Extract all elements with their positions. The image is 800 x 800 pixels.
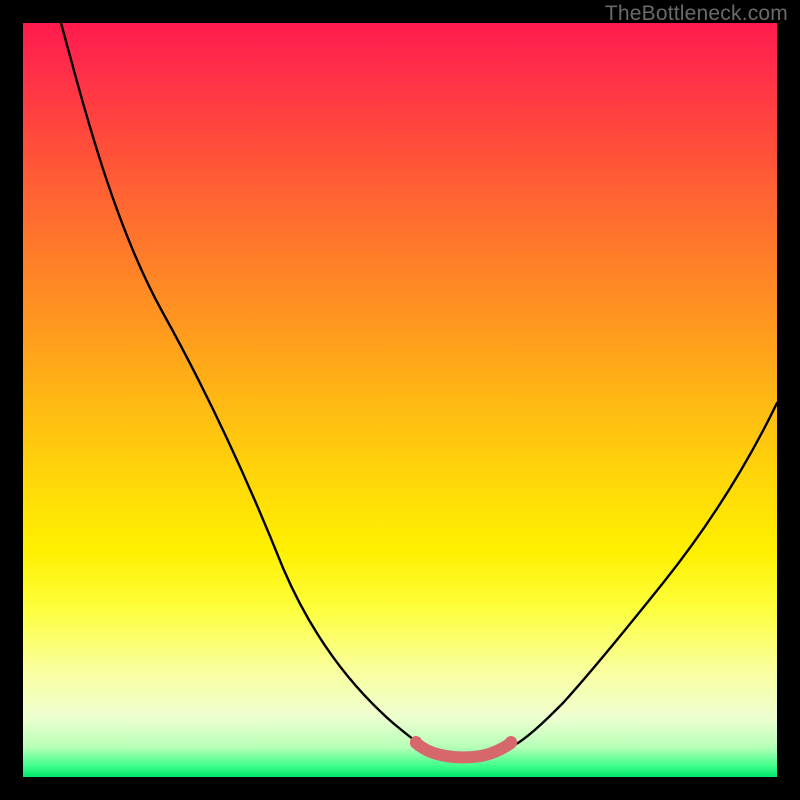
watermark-text: TheBottleneck.com bbox=[605, 2, 788, 26]
curve-layer bbox=[23, 23, 777, 777]
plot-area bbox=[23, 23, 777, 777]
chart-frame: TheBottleneck.com bbox=[0, 0, 800, 800]
bottleneck-curve bbox=[61, 23, 777, 757]
bottom-highlight-stroke bbox=[416, 743, 511, 757]
